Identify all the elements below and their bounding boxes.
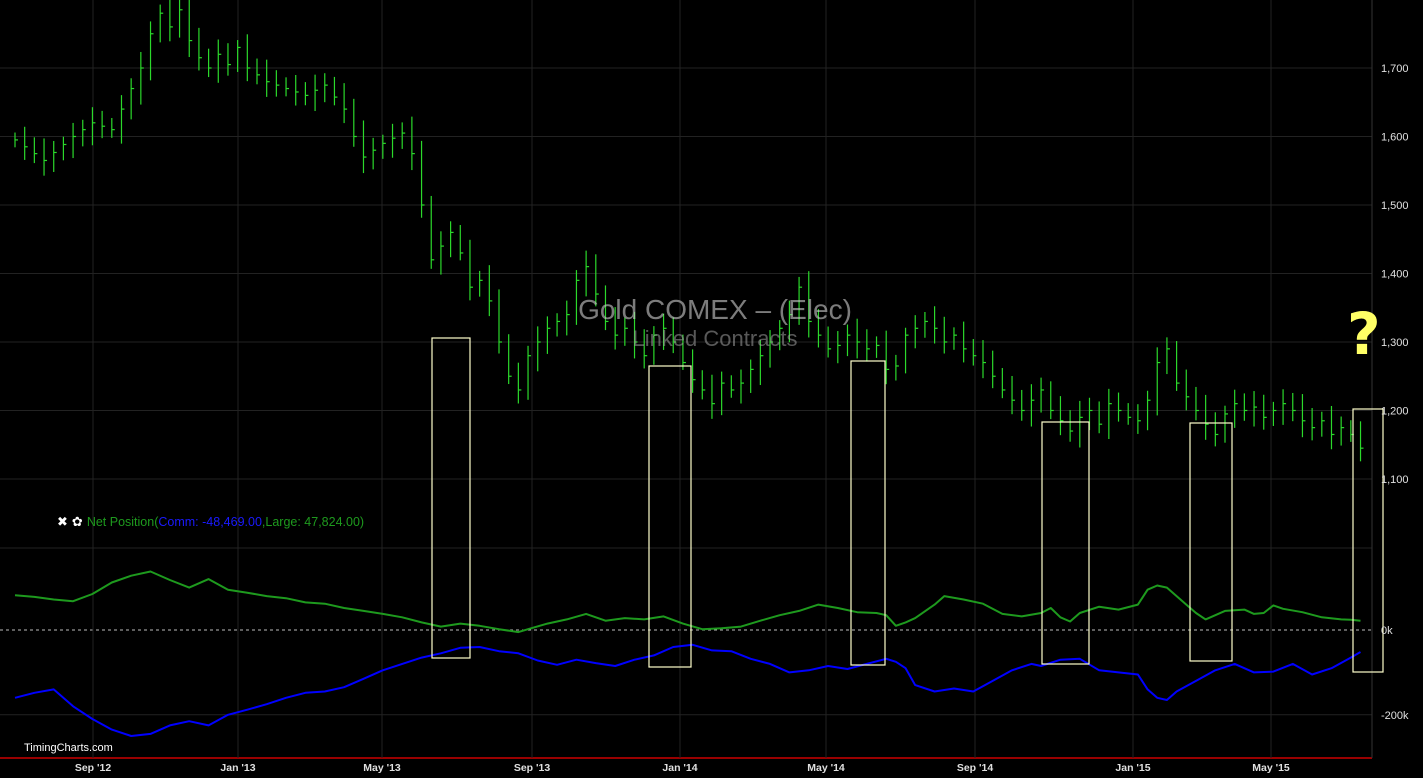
large-traders-line: [14, 570, 1361, 634]
legend-comm: Comm: -48,469.00: [158, 515, 262, 529]
brand-watermark: TimingCharts.com: [24, 742, 113, 754]
price-axis: 1,7001,6001,5001,4001,3001,2001,100: [1381, 63, 1409, 486]
position-tick: 0k: [1381, 625, 1393, 637]
highlight-box: [1352, 408, 1384, 673]
highlight-box: [1189, 422, 1233, 662]
highlight-box: [850, 360, 886, 666]
time-tick: May '15: [1252, 762, 1290, 774]
commercials-line: [14, 643, 1361, 737]
time-tick: Sep '12: [75, 762, 112, 774]
position-tick: -200k: [1381, 710, 1409, 722]
legend-large: Large: 47,824.00): [265, 515, 365, 529]
time-tick: Jan '15: [1115, 762, 1150, 774]
time-tick: Jan '13: [220, 762, 255, 774]
time-tick: Sep '14: [957, 762, 994, 774]
grid-lines: [0, 0, 1373, 759]
time-axis: Sep '12 Jan '13 May '13 Sep '13 Jan '14 May '…: [75, 762, 1290, 774]
question-annotation: ?: [1347, 300, 1381, 368]
price-tick: 1,500: [1381, 200, 1409, 212]
close-icon[interactable]: ✖: [57, 514, 68, 529]
highlight-box: [431, 337, 471, 659]
time-tick: Sep '13: [514, 762, 551, 774]
price-tick: 1,600: [1381, 132, 1409, 144]
net-position-lines: [14, 570, 1361, 737]
price-tick: 1,100: [1381, 474, 1409, 486]
price-tick: 1,200: [1381, 406, 1409, 418]
time-tick: Jan '14: [662, 762, 697, 774]
position-axis: 0k -200k: [1381, 625, 1409, 722]
time-tick: May '13: [363, 762, 401, 774]
highlight-box: [1041, 421, 1090, 665]
price-tick: 1,700: [1381, 63, 1409, 75]
settings-icon[interactable]: ✿: [72, 514, 83, 529]
gold-chart: 1,7001,6001,5001,4001,3001,2001,100 0k-2…: [0, 0, 1409, 774]
time-tick: May '14: [807, 762, 845, 774]
price-bars: [14, 0, 1364, 462]
legend-label: Net Position(: [86, 515, 159, 529]
price-tick: 1,400: [1381, 269, 1409, 281]
highlight-box: [648, 365, 692, 668]
legend: ✖ ✿ Net Position(Comm: -48,469.00,Large: 4…: [57, 514, 364, 530]
chart-subtitle: Linked Contracts: [632, 326, 798, 351]
chart-title: Gold COMEX – (Elec): [578, 294, 852, 325]
